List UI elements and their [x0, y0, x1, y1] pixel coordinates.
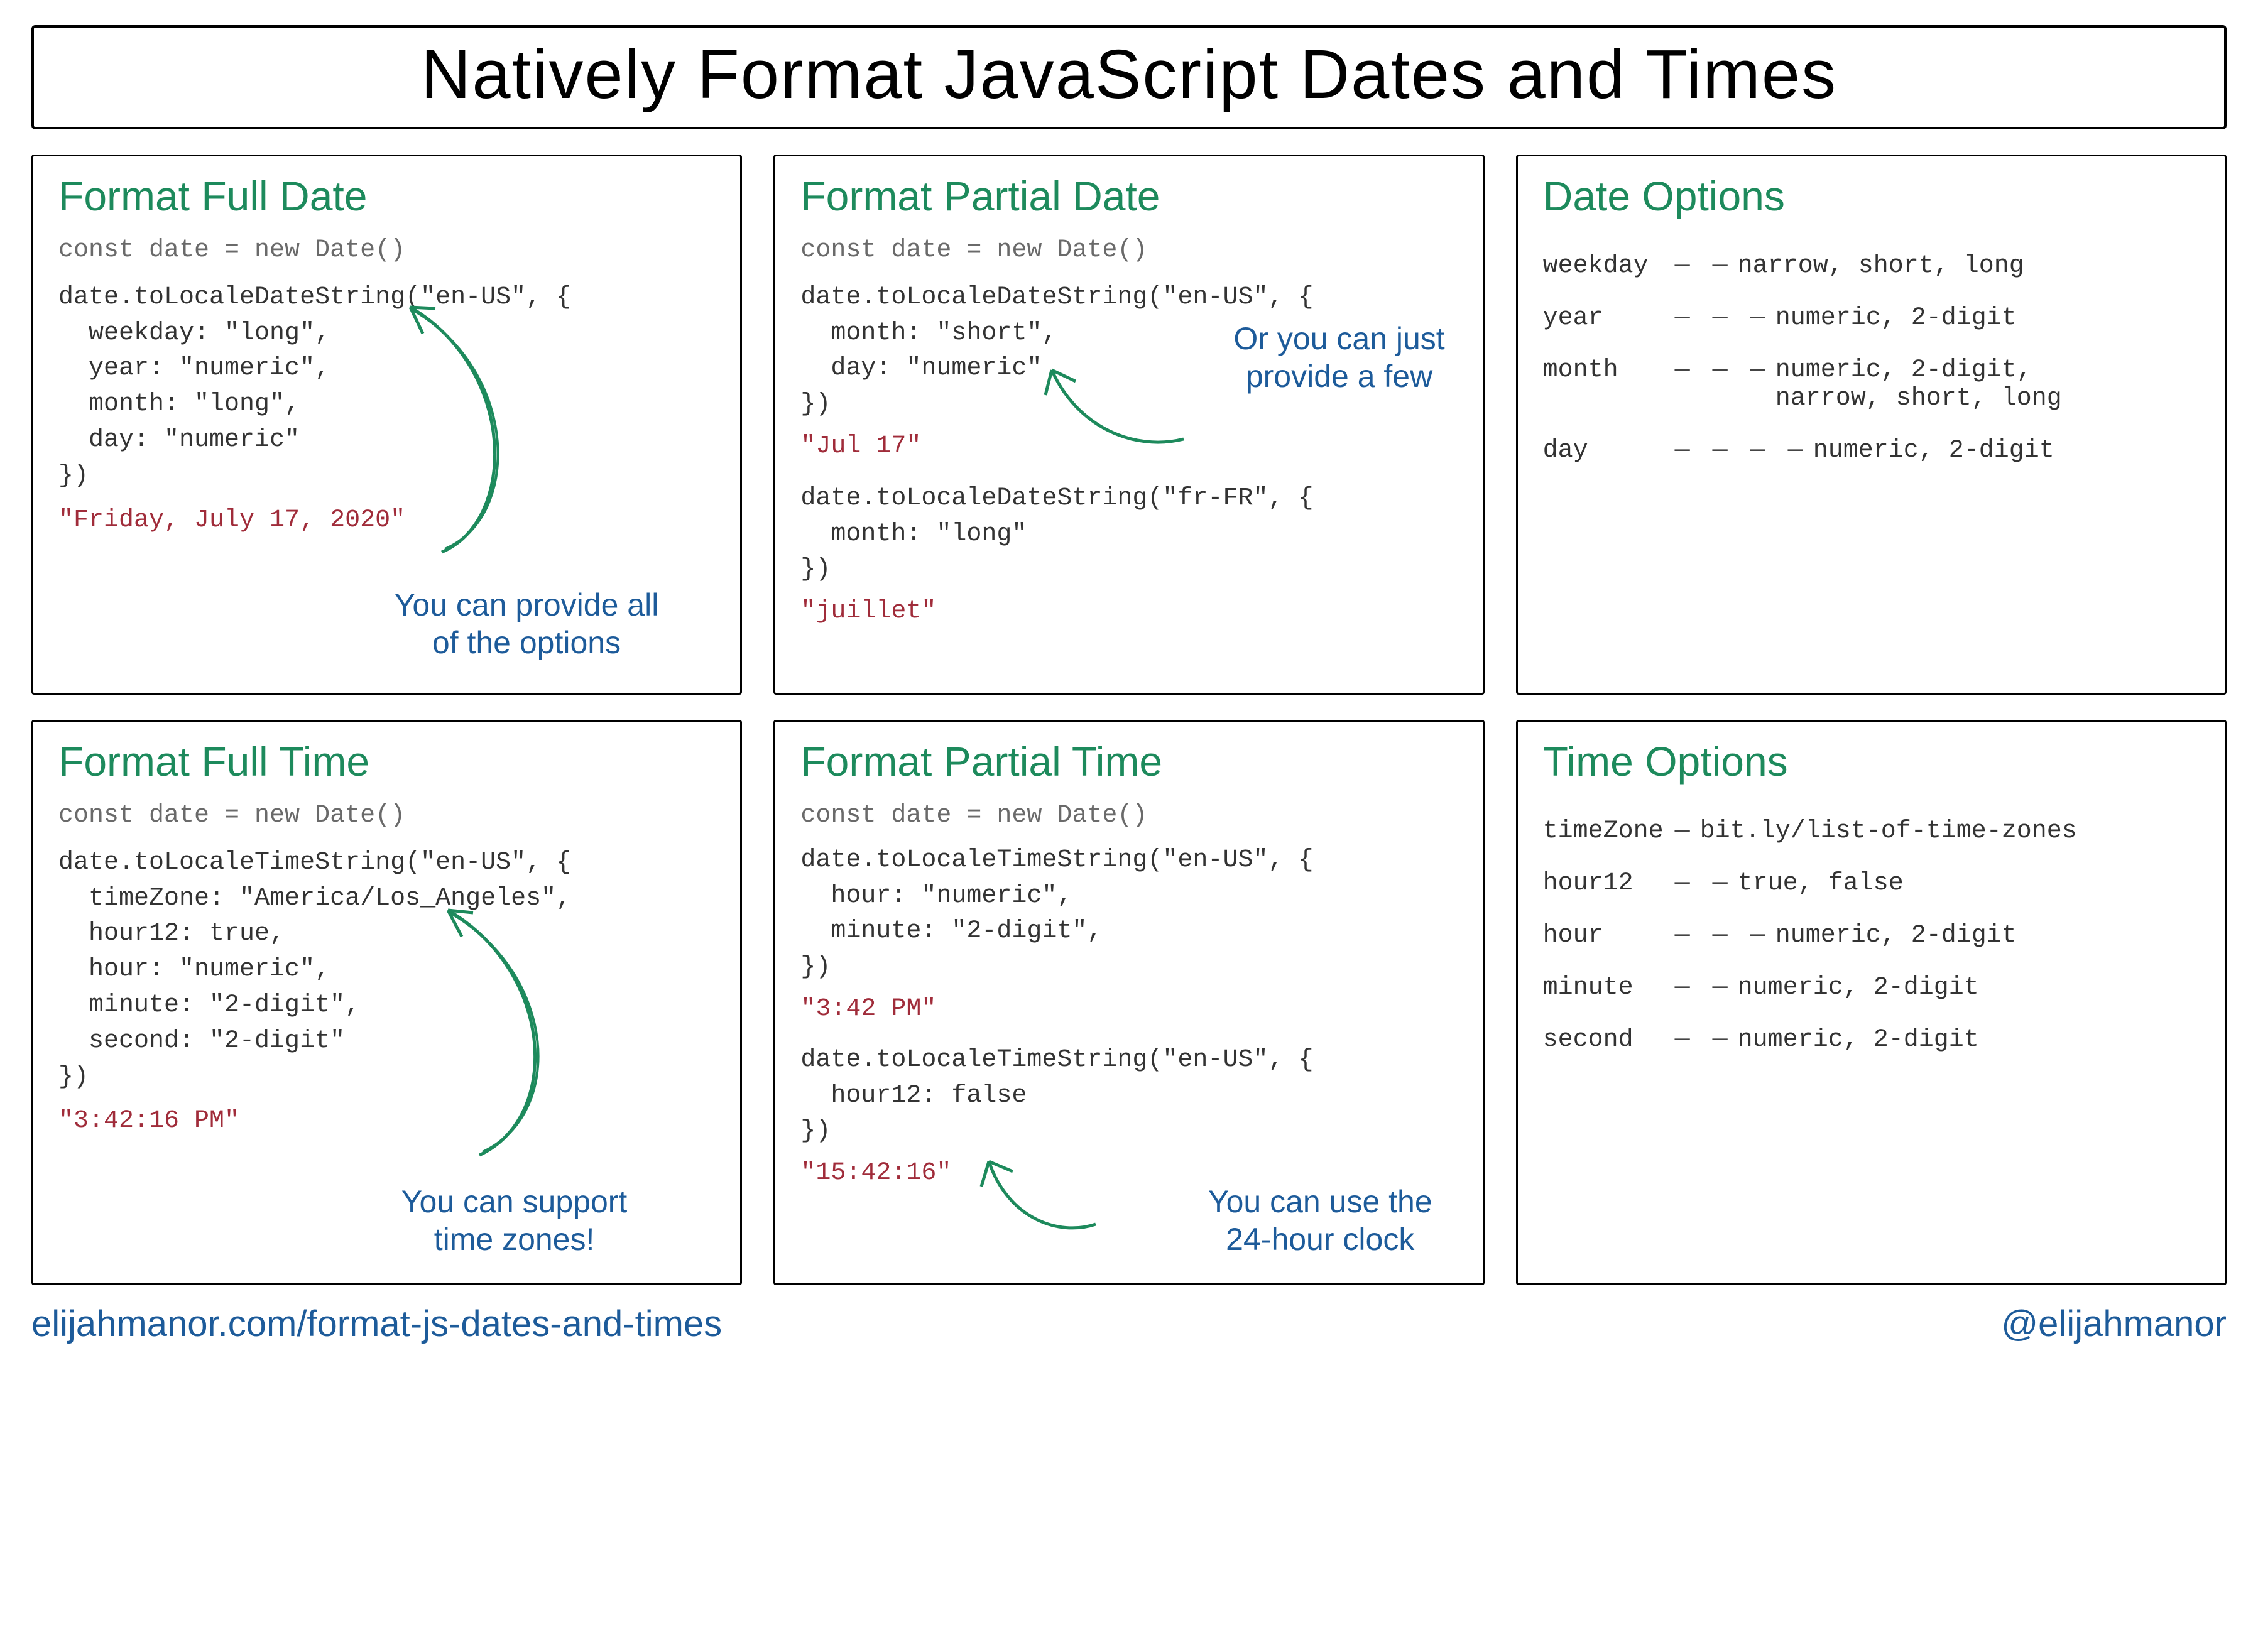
code-decl: const date = new Date()	[800, 233, 1457, 269]
option-key: second	[1543, 1026, 1669, 1054]
option-key: minute	[1543, 974, 1669, 1002]
panel-date-options: Date Options weekday — — narrow, short, …	[1516, 155, 2227, 695]
code-decl: const date = new Date()	[58, 233, 715, 269]
time-option-row: timeZone — bit.ly/list-of-time-zones	[1543, 817, 2200, 845]
option-key: hour12	[1543, 869, 1669, 898]
option-dash: — — —	[1675, 304, 1769, 332]
option-dash: — — — —	[1675, 437, 1807, 465]
code-decl: const date = new Date()	[58, 798, 715, 834]
option-key: month	[1543, 356, 1669, 384]
option-values: numeric, 2-digit	[1813, 437, 2200, 465]
code-decl: const date = new Date()	[800, 798, 1457, 834]
note-full-time: You can support time zones!	[401, 1183, 628, 1258]
option-key: weekday	[1543, 252, 1669, 280]
option-key: timeZone	[1543, 817, 1669, 845]
option-dash: —	[1675, 817, 1694, 845]
option-dash: — —	[1675, 974, 1732, 1002]
panel-time-options: Time Options timeZone — bit.ly/list-of-t…	[1516, 720, 2227, 1285]
time-option-row: hour — — — numeric, 2-digit	[1543, 921, 2200, 950]
date-option-row: month — — — numeric, 2-digit, narrow, sh…	[1543, 356, 2200, 413]
option-dash: — —	[1675, 869, 1732, 898]
option-values: numeric, 2-digit	[1775, 304, 2200, 332]
note-full-date: You can provide all of the options	[395, 586, 659, 661]
option-key: day	[1543, 437, 1669, 465]
option-key: year	[1543, 304, 1669, 332]
time-option-row: hour12 — — true, false	[1543, 869, 2200, 898]
heading-partial-date: Format Partial Date	[800, 175, 1457, 217]
note-partial-date: Or you can just provide a few	[1233, 320, 1444, 395]
option-dash: — — —	[1675, 356, 1769, 384]
heading-time-options: Time Options	[1543, 741, 2200, 782]
date-option-row: year — — — numeric, 2-digit	[1543, 304, 2200, 332]
heading-partial-time: Format Partial Time	[800, 741, 1457, 782]
date-option-row: weekday — — narrow, short, long	[1543, 252, 2200, 280]
option-values: bit.ly/list-of-time-zones	[1700, 817, 2200, 845]
page-title: Natively Format JavaScript Dates and Tim…	[34, 40, 2224, 109]
output-partial-date-2: "juillet"	[800, 594, 1457, 630]
code-partial-date-2: date.toLocaleDateString("fr-FR", { month…	[800, 481, 1457, 588]
panel-grid: Format Full Date const date = new Date()…	[31, 155, 2227, 1285]
option-values: numeric, 2-digit	[1738, 1026, 2200, 1054]
panel-full-date: Format Full Date const date = new Date()…	[31, 155, 742, 695]
heading-full-time: Format Full Time	[58, 741, 715, 782]
output-partial-time-1: "3:42 PM"	[800, 992, 1457, 1028]
code-full-date: date.toLocaleDateString("en-US", { weekd…	[58, 280, 715, 494]
heading-date-options: Date Options	[1543, 175, 2200, 217]
code-full-time: date.toLocaleTimeString("en-US", { timeZ…	[58, 845, 715, 1095]
panel-partial-date: Format Partial Date const date = new Dat…	[773, 155, 1484, 695]
panel-full-time: Format Full Time const date = new Date()…	[31, 720, 742, 1285]
time-option-row: second — — numeric, 2-digit	[1543, 1026, 2200, 1054]
code-partial-time-2: date.toLocaleTimeString("en-US", { hour1…	[800, 1043, 1457, 1149]
output-full-time: "3:42:16 PM"	[58, 1104, 715, 1139]
time-option-row: minute — — numeric, 2-digit	[1543, 974, 2200, 1002]
option-key: hour	[1543, 921, 1669, 950]
option-dash: — —	[1675, 1026, 1732, 1054]
output-full-date: "Friday, July 17, 2020"	[58, 503, 715, 539]
option-values: numeric, 2-digit	[1775, 921, 2200, 950]
note-partial-time: You can use the 24-hour clock	[1208, 1183, 1432, 1258]
option-values: numeric, 2-digit	[1738, 974, 2200, 1002]
code-partial-time-1: date.toLocaleTimeString("en-US", { hour:…	[800, 843, 1457, 986]
title-banner: Natively Format JavaScript Dates and Tim…	[31, 25, 2227, 129]
heading-full-date: Format Full Date	[58, 175, 715, 217]
option-values: true, false	[1738, 869, 2200, 898]
date-option-row: day — — — — numeric, 2-digit	[1543, 437, 2200, 465]
option-dash: — — —	[1675, 921, 1769, 950]
footer: elijahmanor.com/format-js-dates-and-time…	[31, 1303, 2227, 1345]
option-values: numeric, 2-digit, narrow, short, long	[1775, 356, 2200, 413]
output-partial-date-1: "Jul 17"	[800, 429, 1457, 465]
option-values: narrow, short, long	[1738, 252, 2200, 280]
footer-handle: @elijahmanor	[2001, 1303, 2227, 1345]
footer-url: elijahmanor.com/format-js-dates-and-time…	[31, 1303, 722, 1345]
option-dash: — —	[1675, 252, 1732, 280]
panel-partial-time: Format Partial Time const date = new Dat…	[773, 720, 1484, 1285]
